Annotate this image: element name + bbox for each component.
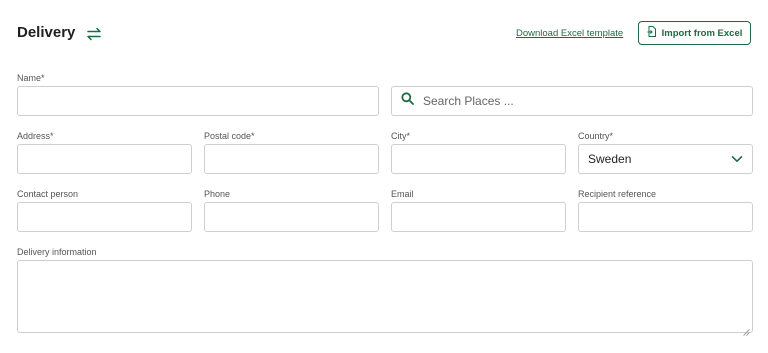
swap-arrows-icon[interactable]: [85, 25, 103, 43]
file-import-icon: [647, 26, 657, 40]
import-button-label: Import from Excel: [661, 27, 743, 39]
postal-code-label: Postal code*: [204, 131, 255, 141]
search-places-input[interactable]: [421, 93, 725, 109]
delivery-information-label: Delivery information: [17, 247, 97, 257]
contact-person-field[interactable]: [17, 202, 192, 232]
country-select[interactable]: Sweden: [578, 144, 753, 174]
name-label: Name*: [17, 73, 45, 83]
recipient-reference-field[interactable]: [578, 202, 753, 232]
name-field[interactable]: [17, 86, 379, 116]
country-value: Sweden: [588, 152, 632, 166]
chevron-down-icon: [731, 150, 743, 168]
address-field[interactable]: [17, 144, 192, 174]
email-label: Email: [391, 189, 414, 199]
postal-code-field[interactable]: [204, 144, 379, 174]
search-icon: [401, 92, 414, 110]
search-places-field[interactable]: [391, 86, 753, 116]
page-title: Delivery: [17, 24, 76, 41]
contact-person-label: Contact person: [17, 189, 79, 199]
city-field[interactable]: [391, 144, 566, 174]
recipient-reference-label: Recipient reference: [578, 189, 657, 199]
download-excel-template-link[interactable]: Download Excel template: [516, 28, 623, 39]
country-label: Country*: [578, 131, 614, 141]
phone-label: Phone: [204, 189, 231, 199]
delivery-information-textarea[interactable]: [17, 260, 753, 336]
city-label: City*: [391, 131, 411, 141]
address-label: Address*: [17, 131, 54, 141]
resize-handle-icon[interactable]: [743, 323, 750, 336]
phone-field[interactable]: [204, 202, 379, 232]
email-field[interactable]: [391, 202, 566, 232]
import-from-excel-button[interactable]: Import from Excel: [638, 21, 751, 45]
